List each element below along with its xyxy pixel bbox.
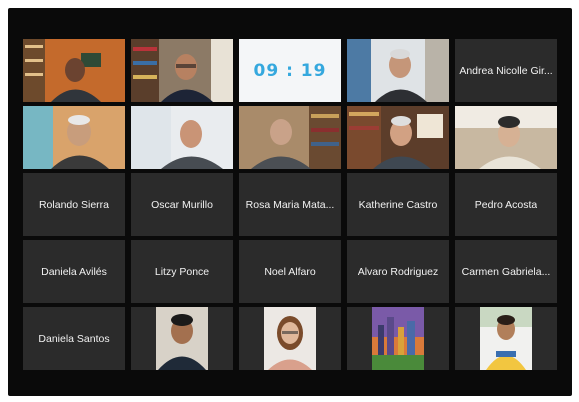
participant-name-tile[interactable]: Litzy Ponce xyxy=(131,240,233,303)
participant-video xyxy=(347,39,449,102)
participant-name-tile[interactable]: Daniela Santos xyxy=(23,307,125,370)
participant-video-tile[interactable] xyxy=(131,106,233,169)
participant-name: Pedro Acosta xyxy=(474,198,538,211)
video-call-window: 09 : 19 Andrea Nicolle Gir... Rolando Si… xyxy=(8,8,572,396)
participant-name-tile[interactable]: Noel Alfaro xyxy=(239,240,341,303)
participant-video xyxy=(239,106,341,169)
participant-video-tile[interactable] xyxy=(347,106,449,169)
participant-avatar xyxy=(480,307,532,370)
participant-video-tile[interactable] xyxy=(239,106,341,169)
participant-avatar xyxy=(264,307,316,370)
participant-name: Carmen Gabriela... xyxy=(461,265,551,278)
participant-name: Noel Alfaro xyxy=(264,265,316,278)
participant-name-tile[interactable]: Rolando Sierra xyxy=(23,173,125,236)
participant-name: Rosa Maria Mata... xyxy=(245,198,335,211)
participant-photo-tile[interactable] xyxy=(131,307,233,370)
participant-video-tile[interactable] xyxy=(347,39,449,102)
participant-video xyxy=(23,39,125,102)
participant-name-tile[interactable]: Katherine Castro xyxy=(347,173,449,236)
participant-photo-tile[interactable] xyxy=(239,307,341,370)
participant-grid: 09 : 19 Andrea Nicolle Gir... Rolando Si… xyxy=(23,39,557,370)
participant-video xyxy=(23,106,125,169)
participant-video-tile[interactable] xyxy=(23,39,125,102)
participant-name-tile[interactable]: Rosa Maria Mata... xyxy=(239,173,341,236)
participant-video-tile[interactable] xyxy=(23,106,125,169)
participant-name: Daniela Santos xyxy=(38,332,110,345)
participant-name: Andrea Nicolle Gir... xyxy=(459,64,553,77)
participant-name: Rolando Sierra xyxy=(38,198,110,211)
participant-video xyxy=(455,106,557,169)
participant-photo-tile[interactable] xyxy=(455,307,557,370)
participant-name-tile[interactable]: Carmen Gabriela... xyxy=(455,240,557,303)
participant-name: Daniela Avilés xyxy=(41,265,107,278)
participant-name: Alvaro Rodriguez xyxy=(357,265,439,278)
participant-video-tile[interactable] xyxy=(131,39,233,102)
countdown-timer-tile: 09 : 19 xyxy=(239,39,341,102)
countdown-timer: 09 : 19 xyxy=(253,60,327,81)
participant-name-tile[interactable]: Pedro Acosta xyxy=(455,173,557,236)
participant-video xyxy=(131,106,233,169)
participant-avatar xyxy=(372,307,424,370)
participant-name: Oscar Murillo xyxy=(151,198,213,211)
participant-name: Katherine Castro xyxy=(358,198,438,211)
participant-name-tile[interactable]: Oscar Murillo xyxy=(131,173,233,236)
participant-photo-tile[interactable] xyxy=(347,307,449,370)
participant-video xyxy=(131,39,233,102)
participant-name-tile[interactable]: Daniela Avilés xyxy=(23,240,125,303)
participant-name-tile[interactable]: Andrea Nicolle Gir... xyxy=(455,39,557,102)
participant-video xyxy=(347,106,449,169)
participant-name-tile[interactable]: Alvaro Rodriguez xyxy=(347,240,449,303)
participant-avatar xyxy=(156,307,208,370)
participant-name: Litzy Ponce xyxy=(154,265,210,278)
participant-video-tile[interactable] xyxy=(455,106,557,169)
